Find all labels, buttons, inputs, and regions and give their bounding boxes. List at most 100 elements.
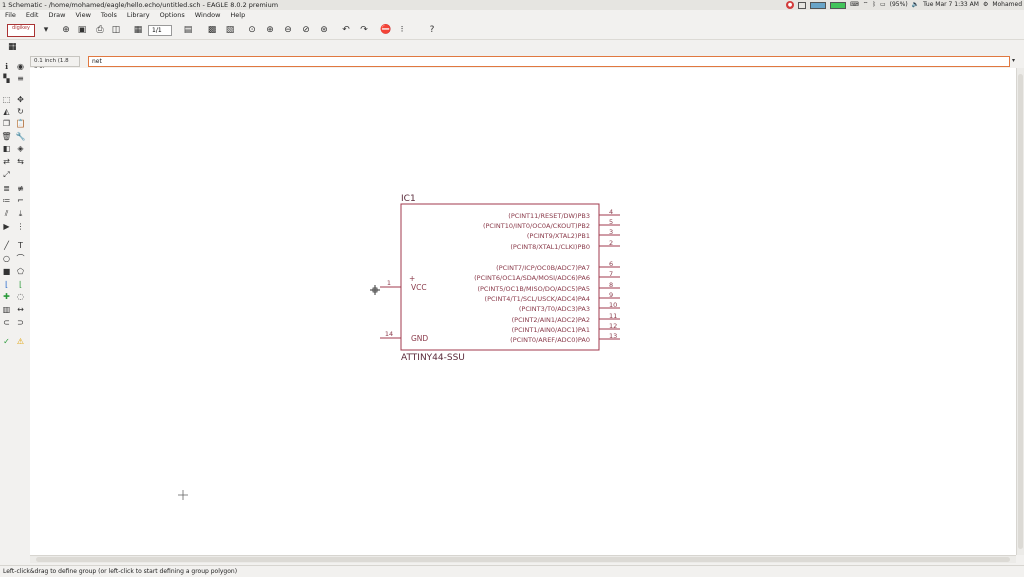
print-icon[interactable]: ⎙ [94,24,106,36]
undo-icon[interactable]: ↶ [340,24,352,36]
pin-number-label: 12 [609,322,617,330]
text-icon[interactable]: T [15,240,26,251]
info-icon[interactable]: ℹ [1,61,12,72]
window-icon[interactable] [798,1,807,9]
replace-icon[interactable]: ◈ [15,143,26,154]
pin-signal-label: (PCINT9/XTAL2)PB1 [527,232,590,240]
paste-icon[interactable]: 📋 [15,118,26,129]
system-tray: ● ⌨ ⌔ ᛒ ▭ (95%) 🔈 Tue Mar 7 1:33 AM ⚙ Mo… [786,0,1022,10]
delete-icon[interactable]: 🗑 [1,131,12,142]
wifi-icon[interactable]: ⌔ [863,0,869,10]
gate-swap-icon[interactable]: ⇄ [1,156,12,167]
smash-icon[interactable]: ≔ [1,195,12,206]
bus-line-icon[interactable]: ⌊ [1,279,12,290]
cam-icon[interactable]: ◫ [110,24,122,36]
clock[interactable]: Tue Mar 7 1:33 AM [923,0,979,10]
split-wire-icon[interactable]: ⫽ [1,208,12,219]
move-icon[interactable]: ✥ [15,94,26,105]
label-icon[interactable]: ◌ [15,291,26,302]
zoom-in-icon[interactable]: ⊕ [264,24,276,36]
pin-signal-label: (PCINT1/AIN0/ADC1)PA1 [512,326,590,334]
redo-icon[interactable]: ↷ [358,24,370,36]
polygon-icon[interactable]: ⬠ [15,266,26,277]
junction-icon[interactable]: ✚ [1,291,12,302]
display-icon[interactable]: ▚ [1,73,12,84]
frame-icon[interactable]: ⊂ [1,317,12,328]
pin-number-label: 5 [609,218,613,226]
copy-icon[interactable]: ❐ [1,118,12,129]
module-icon[interactable]: ⊃ [15,317,26,328]
vertical-scroll-thumb[interactable] [1018,74,1023,549]
dimension-icon[interactable]: ↔ [15,304,26,315]
command-history-arrow-icon[interactable]: ▾ [1012,57,1015,64]
menu-window[interactable]: Window [190,10,226,21]
wrench-icon[interactable]: 🔧 [15,131,26,142]
zoom-out-icon[interactable]: ⊖ [282,24,294,36]
help-icon[interactable]: ? [426,24,438,36]
menu-help[interactable]: Help [225,10,250,21]
erc-icon[interactable]: ✓ [1,336,12,347]
vertical-scrollbar[interactable] [1016,68,1024,555]
bus-icon[interactable]: ⋮ [15,221,26,232]
optimize-icon[interactable]: ⤓ [15,208,26,219]
menu-library[interactable]: Library [122,10,155,21]
digikey-logo[interactable]: digikey [7,24,35,37]
keyboard-icon[interactable]: ⌨ [850,0,859,10]
menu-file[interactable]: File [0,10,21,21]
pin-number-label: 14 [385,330,393,338]
menu-edit[interactable]: Edit [21,10,44,21]
select-icon[interactable]: ⬚ [1,94,12,105]
script-icon[interactable]: ▤ [182,24,194,36]
board-switch-icon[interactable]: ▦ [132,24,144,36]
menu-draw[interactable]: Draw [43,10,70,21]
errors-icon[interactable]: ⚠ [15,336,26,347]
menu-view[interactable]: View [70,10,95,21]
split-icon[interactable]: ⤢ [1,169,12,180]
horizontal-scrollbar[interactable] [30,555,1016,563]
notification-icon[interactable]: ● [786,1,795,9]
net-line-icon[interactable]: ⌊ [15,279,26,290]
miter-icon[interactable]: ⌐ [15,195,26,206]
schematic-canvas[interactable]: IC1 ATTINY44-SSU + (PCINT11/RESET/DW)PB3 4 (P… [30,68,1016,555]
zoom-redraw-icon[interactable]: ⊘ [300,24,312,36]
horizontal-scroll-thumb[interactable] [36,557,1010,562]
circle-icon[interactable]: ○ [1,253,12,264]
schematic-drawing[interactable]: IC1 ATTINY44-SSU + (PCINT11/RESET/DW)PB3 4 (P… [30,68,1016,555]
volume-icon[interactable]: 🔈 [912,0,919,10]
pin-swap-icon[interactable]: ⇆ [15,156,26,167]
attribute-icon[interactable]: ▥ [1,304,12,315]
value-icon[interactable]: ≢ [15,183,26,194]
group-icon[interactable]: ◧ [1,143,12,154]
open-icon[interactable]: ⊕ [60,24,72,36]
menu-options[interactable]: Options [155,10,190,21]
dropdown-arrow-icon[interactable]: ▾ [40,24,52,36]
ulp-icon[interactable]: ▩ [206,24,218,36]
arc-icon[interactable]: ⌒ [15,253,26,264]
grid-icon[interactable]: ▦ [8,42,20,52]
pin-signal-label: (PCINT11/RESET/DW)PB3 [508,212,590,220]
pin-number-label: 4 [609,208,613,216]
wire-icon[interactable]: ╱ [1,240,12,251]
gear-icon[interactable]: ⚙ [983,0,988,10]
bluetooth-icon[interactable]: ᛒ [872,0,876,10]
zoom-select-icon[interactable]: ⊛ [318,24,330,36]
mark-icon[interactable]: ≡ [15,73,26,84]
page-selector[interactable]: 1/1 [148,25,172,36]
save-icon[interactable]: ▣ [76,24,88,36]
battery-icon[interactable]: ▭ [880,0,886,10]
name-icon[interactable]: ≣ [1,183,12,194]
rotate-icon[interactable]: ↻ [15,106,26,117]
user-name[interactable]: Mohamed [992,0,1022,10]
invoke-icon[interactable]: ▶ [1,221,12,232]
toolbar: digikey ▾ ⊕ ▣ ⎙ ◫ ▦ 1/1 ▤ ▩ ▧ ⊙ ⊕ ⊖ ⊘ ⊛ … [0,21,1024,40]
command-input[interactable] [88,56,1010,67]
menu-tools[interactable]: Tools [96,10,122,21]
zoom-fit-icon[interactable]: ⊙ [246,24,258,36]
stop-icon[interactable]: ⛔ [380,24,392,36]
cpu-meter-icon [810,1,827,9]
go-icon[interactable]: ⁝ [396,24,408,36]
show-icon[interactable]: ◉ [15,61,26,72]
ulp2-icon[interactable]: ▧ [224,24,236,36]
rect-icon[interactable]: ■ [1,266,12,277]
mirror-icon[interactable]: ◭ [1,106,12,117]
